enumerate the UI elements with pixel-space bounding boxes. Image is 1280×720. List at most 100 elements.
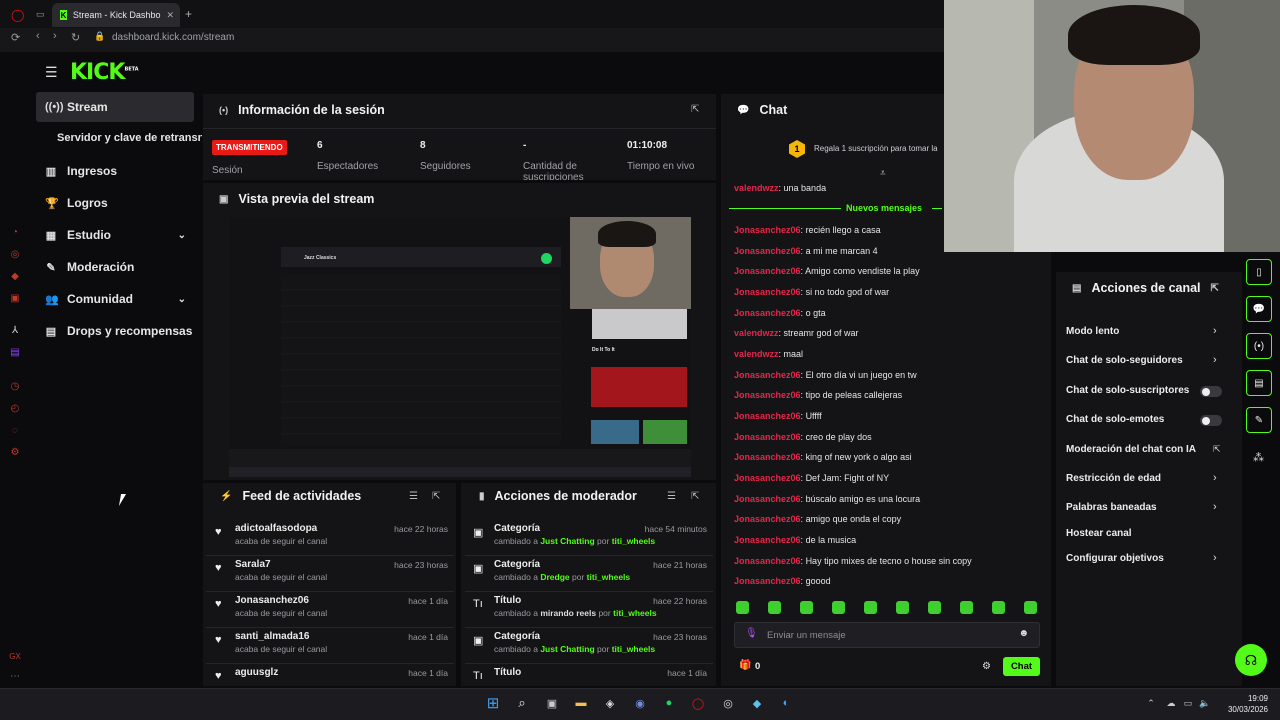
channel-action-item[interactable]: Chat de solo-emotes bbox=[1066, 414, 1164, 425]
new-tab-button[interactable]: + bbox=[185, 7, 192, 21]
chevron-right-icon[interactable]: › bbox=[1213, 472, 1217, 484]
emote-button[interactable] bbox=[800, 601, 813, 614]
rail-broadcast-button[interactable]: (•) bbox=[1246, 333, 1272, 359]
tab-stream[interactable]: K Stream - Kick Dashbo ✕ bbox=[52, 3, 180, 27]
chat-username[interactable]: Jonasanchez06 bbox=[734, 514, 801, 524]
emoji-icon[interactable]: ☻ bbox=[1018, 628, 1029, 639]
tab-menu-icon[interactable]: ▭ bbox=[36, 9, 45, 20]
chat-username[interactable]: Jonasanchez06 bbox=[734, 225, 801, 235]
pin-toggle-icon[interactable]: ⩡ bbox=[880, 168, 886, 179]
gift-icon[interactable]: 🎁 bbox=[739, 660, 751, 671]
emote-button[interactable] bbox=[864, 601, 877, 614]
chat-username[interactable]: valendwzz bbox=[734, 349, 779, 359]
tray-network-icon[interactable]: ▭ bbox=[1180, 695, 1196, 711]
channel-action-item[interactable]: Restricción de edad bbox=[1066, 473, 1161, 484]
popout-icon[interactable]: ⇱ bbox=[691, 491, 699, 502]
app-icon[interactable]: ◎ bbox=[720, 695, 736, 711]
rail-icon-2[interactable]: ◎ bbox=[8, 248, 22, 262]
rail-icon-7[interactable]: ◌ bbox=[8, 424, 22, 438]
layout-icon[interactable]: ⁂ bbox=[1253, 451, 1264, 464]
popout-icon[interactable]: ⇱ bbox=[691, 104, 699, 115]
reload-side-icon[interactable]: ⟳ bbox=[11, 31, 20, 44]
address-bar[interactable]: dashboard.kick.com/stream bbox=[112, 32, 234, 43]
channel-action-item[interactable]: Modo lento bbox=[1066, 326, 1119, 337]
emote-button[interactable] bbox=[992, 601, 1005, 614]
chat-username[interactable]: Jonasanchez06 bbox=[734, 266, 801, 276]
sidebar-item-logros[interactable]: 🏆 Logros bbox=[36, 188, 194, 218]
opera-gx-icon[interactable]: ◯ bbox=[690, 695, 706, 711]
steam-app-icon[interactable]: ◆ bbox=[749, 695, 765, 711]
sidebar-item-ingresos[interactable]: ▥ Ingresos bbox=[36, 156, 194, 186]
tray-chevron-icon[interactable]: ⌃ bbox=[1143, 695, 1159, 711]
sidebar-item-estudio[interactable]: ▦ Estudio ⌄ bbox=[36, 220, 194, 250]
menu-icon[interactable]: ☰ bbox=[45, 64, 58, 81]
emote-button[interactable] bbox=[928, 601, 941, 614]
kick-logo[interactable]: KICKBETA bbox=[70, 60, 139, 85]
chat-input[interactable]: 🎙 Enviar un mensaje ☻ bbox=[734, 622, 1040, 648]
chat-username[interactable]: Jonasanchez06 bbox=[734, 370, 801, 380]
chat-username[interactable]: Jonasanchez06 bbox=[734, 452, 801, 462]
sidebar-item-drops[interactable]: ▤ Drops y recompensas bbox=[36, 316, 194, 346]
close-icon[interactable]: ✕ bbox=[166, 10, 174, 21]
channel-action-item[interactable]: Moderación del chat con IA bbox=[1066, 444, 1196, 455]
channel-action-item[interactable]: Palabras baneadas bbox=[1066, 502, 1157, 513]
chat-username[interactable]: valendwzz bbox=[734, 328, 779, 338]
popout-icon[interactable]: ⇱ bbox=[1211, 283, 1219, 294]
rail-icon-6[interactable]: ◷ bbox=[8, 380, 22, 394]
twitch-icon[interactable]: ▤ bbox=[8, 346, 22, 360]
chat-username[interactable]: Jonasanchez06 bbox=[734, 556, 801, 566]
emote-button[interactable] bbox=[1024, 601, 1037, 614]
chat-username[interactable]: Jonasanchez06 bbox=[734, 246, 801, 256]
chat-username[interactable]: Jonasanchez06 bbox=[734, 432, 801, 442]
help-button[interactable]: ☊ bbox=[1235, 644, 1267, 676]
emote-button[interactable] bbox=[832, 601, 845, 614]
steam-icon[interactable]: ◈ bbox=[602, 695, 618, 711]
sidebar-item-server-key[interactable]: Servidor y clave de retransn bbox=[57, 132, 202, 144]
chat-username[interactable]: Jonasanchez06 bbox=[734, 535, 801, 545]
gift-banner[interactable]: Regala 1 suscripción para tomar la bbox=[814, 144, 944, 153]
gx-icon[interactable]: GX bbox=[8, 650, 22, 664]
chat-username[interactable]: Jonasanchez06 bbox=[734, 494, 801, 504]
rail-mod-button[interactable]: ✎ bbox=[1246, 407, 1272, 433]
tray-volume-icon[interactable]: 🔈 bbox=[1197, 695, 1213, 711]
history-icon[interactable]: ◴ bbox=[8, 402, 22, 416]
file-explorer-icon[interactable]: ▬ bbox=[573, 695, 589, 711]
rail-icon-5[interactable]: ⅄ bbox=[8, 324, 22, 338]
rail-icon-4[interactable]: ▣ bbox=[8, 292, 22, 306]
popout-icon[interactable]: ⇱ bbox=[432, 491, 440, 502]
rail-session-button[interactable]: ▯ bbox=[1246, 259, 1272, 285]
chevron-right-icon[interactable]: › bbox=[1213, 354, 1217, 366]
search-icon[interactable]: ⌕ bbox=[514, 695, 530, 711]
filter-icon[interactable]: ☰ bbox=[409, 491, 418, 502]
chat-username[interactable]: Jonasanchez06 bbox=[734, 390, 801, 400]
back-icon[interactable]: ‹ bbox=[36, 30, 40, 42]
task-view-icon[interactable]: ▣ bbox=[544, 695, 560, 711]
channel-action-item[interactable]: Chat de solo-seguidores bbox=[1066, 355, 1183, 366]
chat-username[interactable]: Jonasanchez06 bbox=[734, 287, 801, 297]
emote-button[interactable] bbox=[960, 601, 973, 614]
tray-cloud-icon[interactable]: ☁ bbox=[1163, 695, 1179, 711]
channel-action-item[interactable]: Hostear canal bbox=[1066, 528, 1132, 539]
rail-icon-1[interactable]: ◔ bbox=[8, 226, 22, 240]
windows-start-icon[interactable]: ⊞ bbox=[485, 695, 501, 712]
forward-icon[interactable]: › bbox=[53, 30, 57, 42]
spotify-icon[interactable]: ● bbox=[661, 695, 677, 711]
channel-action-item[interactable]: Chat de solo-suscriptores bbox=[1066, 385, 1189, 396]
stream-preview[interactable]: Jazz Classics Do It To It bbox=[229, 217, 691, 477]
channel-action-item[interactable]: Configurar objetivos bbox=[1066, 553, 1164, 564]
emote-button[interactable] bbox=[768, 601, 781, 614]
refresh-icon[interactable]: ↻ bbox=[71, 31, 80, 44]
gear-icon[interactable]: ⚙ bbox=[982, 661, 991, 672]
discord-icon[interactable]: ◉ bbox=[632, 695, 648, 711]
toggle-switch[interactable] bbox=[1200, 386, 1222, 397]
chat-username[interactable]: Jonasanchez06 bbox=[734, 308, 801, 318]
sidebar-item-stream[interactable]: ((•)) Stream bbox=[36, 92, 194, 122]
browser-icon[interactable]: ◐ bbox=[778, 695, 794, 711]
chevron-right-icon[interactable]: › bbox=[1213, 552, 1217, 564]
filter-icon[interactable]: ☰ bbox=[667, 491, 676, 502]
chevron-right-icon[interactable]: › bbox=[1213, 325, 1217, 337]
sidebar-item-moderacion[interactable]: ✎ Moderación bbox=[36, 252, 194, 282]
chat-username[interactable]: Jonasanchez06 bbox=[734, 576, 801, 586]
send-chat-button[interactable]: Chat bbox=[1003, 657, 1040, 676]
chat-username[interactable]: Jonasanchez06 bbox=[734, 473, 801, 483]
